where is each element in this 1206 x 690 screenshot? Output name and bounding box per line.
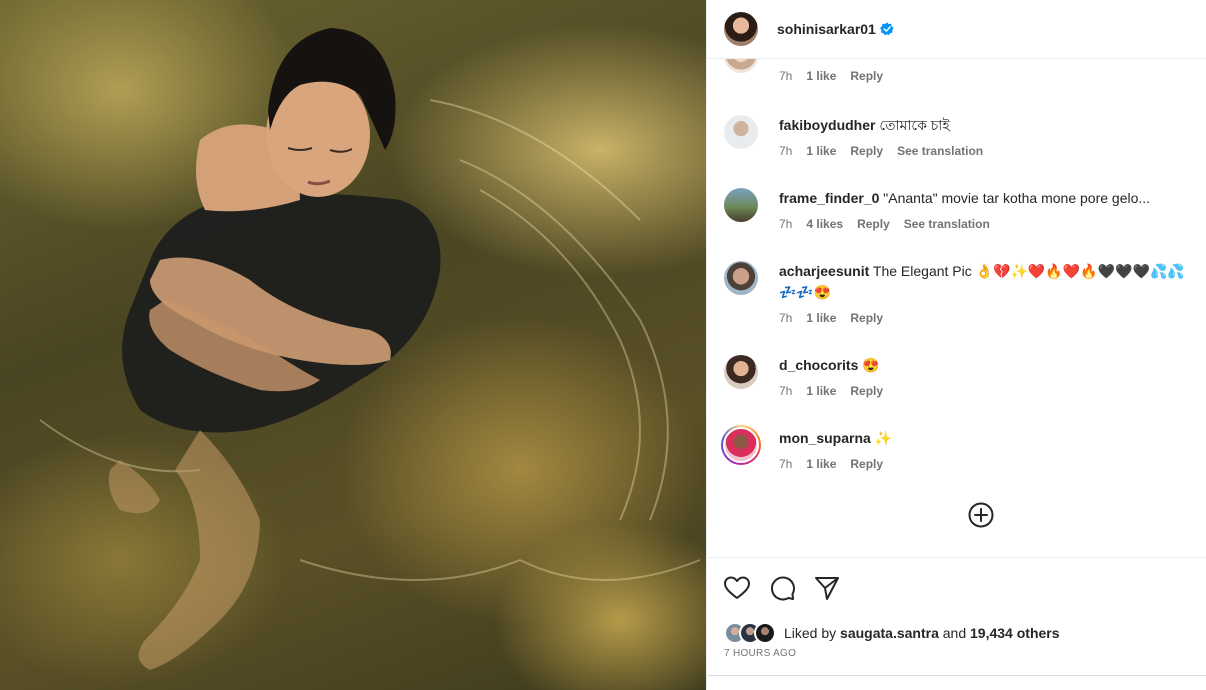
likes-prefix: Liked by <box>784 625 837 641</box>
commenter-avatar[interactable] <box>724 59 758 73</box>
heart-icon[interactable] <box>723 574 751 602</box>
see-translation-button[interactable]: See translation <box>897 144 983 158</box>
comment-content: ✨ <box>874 430 893 446</box>
comment-likes[interactable]: 1 like <box>806 311 836 325</box>
comment-body: frame_finder_0 "Ananta" movie tar kotha … <box>779 188 1204 231</box>
post-photo-illustration <box>39 28 701 670</box>
likes-summary: Liked by saugata.santra and 19,434 other… <box>724 622 1060 644</box>
comment-text: d_chocorits 😍 <box>779 355 1204 376</box>
comment-meta: 7h 1 like Reply See translation <box>779 144 1204 158</box>
commenter-avatar[interactable] <box>724 115 758 149</box>
liker-avatars[interactable] <box>724 622 776 644</box>
verified-badge-icon <box>879 22 894 36</box>
comment-time: 7h <box>779 311 793 325</box>
post-photo <box>0 0 706 690</box>
comment-body: 7h 1 like Reply <box>779 59 1204 83</box>
comment-meta: 7h 1 like Reply <box>779 69 1204 83</box>
comment-meta: 7h 1 like Reply <box>779 457 1204 471</box>
comment-content: তোমাকে চাই <box>879 117 950 133</box>
comment-time: 7h <box>779 384 793 398</box>
likes-others-count[interactable]: 19,434 others <box>970 625 1060 641</box>
comment-username[interactable]: fakiboydudher <box>779 117 875 133</box>
add-comment-divider <box>707 675 1206 690</box>
comment-content: 😍 <box>862 357 880 373</box>
commenter-avatar[interactable] <box>724 188 758 222</box>
comment-text: frame_finder_0 "Ananta" movie tar kotha … <box>779 188 1204 209</box>
comment-body: acharjeesunit The Elegant Pic 👌💔✨❤️🔥❤️🔥🖤… <box>779 261 1204 325</box>
comment-reply-button[interactable]: Reply <box>857 217 890 231</box>
plus-circle-icon <box>968 502 994 528</box>
comment-time: 7h <box>779 457 793 471</box>
commenter-avatar[interactable] <box>724 355 758 389</box>
comment-username[interactable]: frame_finder_0 <box>779 190 879 206</box>
comment-content: "Ananta" movie tar kotha mone pore gelo.… <box>883 190 1151 206</box>
comment-time: 7h <box>779 144 793 158</box>
comment-text: fakiboydudher তোমাকে চাই <box>779 115 1204 136</box>
comment-reply-button[interactable]: Reply <box>850 311 883 325</box>
see-translation-button[interactable]: See translation <box>904 217 990 231</box>
comment-text: mon_suparna ✨ <box>779 428 1204 449</box>
action-icons <box>723 574 841 602</box>
comment-reply-button[interactable]: Reply <box>850 384 883 398</box>
comment-username[interactable]: d_chocorits <box>779 357 858 373</box>
comment-likes[interactable]: 1 like <box>806 384 836 398</box>
post-timestamp[interactable]: 7 HOURS AGO <box>724 648 796 659</box>
comment-meta: 7h 4 likes Reply See translation <box>779 217 1204 231</box>
commenter-avatar[interactable] <box>724 261 758 295</box>
author-username[interactable]: sohinisarkar01 <box>777 21 876 37</box>
comment-likes[interactable]: 4 likes <box>806 217 843 231</box>
comment-meta: 7h 1 like Reply <box>779 311 1204 325</box>
comment-likes[interactable]: 1 like <box>806 69 836 83</box>
likes-joiner: and <box>942 625 967 641</box>
comment-time: 7h <box>779 69 793 83</box>
commenter-avatar-story-ring[interactable] <box>721 425 761 465</box>
comment-likes[interactable]: 1 like <box>806 144 836 158</box>
liker-username[interactable]: saugata.santra <box>840 625 939 641</box>
post-header: sohinisarkar01 <box>707 0 1206 59</box>
post-detail-panel: sohinisarkar01 7h 1 like Reply fakiboydu <box>706 0 1206 690</box>
comment-username[interactable]: mon_suparna <box>779 430 871 446</box>
comment-body: fakiboydudher তোমাকে চাই 7h 1 like Reply… <box>779 115 1204 158</box>
comment-icon[interactable] <box>768 574 796 602</box>
load-more-comments-button[interactable] <box>967 501 995 529</box>
comment-likes[interactable]: 1 like <box>806 457 836 471</box>
comment-text: acharjeesunit The Elegant Pic 👌💔✨❤️🔥❤️🔥🖤… <box>779 261 1204 303</box>
comment-body: d_chocorits 😍 7h 1 like Reply <box>779 355 1204 398</box>
comment-reply-button[interactable]: Reply <box>850 144 883 158</box>
share-icon[interactable] <box>813 574 841 602</box>
comment-reply-button[interactable]: Reply <box>850 457 883 471</box>
comment-meta: 7h 1 like Reply <box>779 384 1204 398</box>
post-actions: Liked by saugata.santra and 19,434 other… <box>707 557 1206 690</box>
comment-body: mon_suparna ✨ 7h 1 like Reply <box>779 428 1204 471</box>
comment-time: 7h <box>779 217 793 231</box>
comment-username[interactable]: acharjeesunit <box>779 263 869 279</box>
author-avatar[interactable] <box>724 12 758 46</box>
comment-reply-button[interactable]: Reply <box>850 69 883 83</box>
liker-avatar <box>754 622 776 644</box>
comments-list: 7h 1 like Reply fakiboydudher তোমাকে চাই… <box>707 59 1206 557</box>
